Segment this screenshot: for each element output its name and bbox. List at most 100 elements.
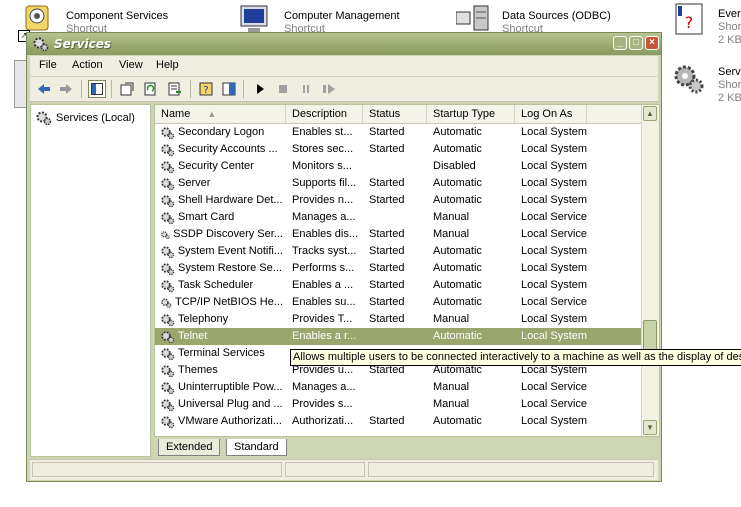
service-startup-type: Manual <box>433 398 470 410</box>
column-header-startup-type[interactable]: Startup Type <box>427 105 515 123</box>
pause-icon[interactable] <box>297 80 315 98</box>
menu-file[interactable]: File <box>39 59 57 71</box>
tree-node-services-local[interactable]: Services (Local) <box>36 110 135 126</box>
properties-icon[interactable] <box>118 80 136 98</box>
service-startup-type: Automatic <box>433 143 482 155</box>
service-name: System Event Notifi... <box>177 245 283 257</box>
toolbar-separator <box>243 80 244 98</box>
desktop-item-size: 2 KB <box>718 34 741 46</box>
title-bar[interactable]: Services _ □ × <box>27 33 661 55</box>
service-gear-icon <box>161 262 175 275</box>
show-hide-tree-icon[interactable] <box>88 80 106 98</box>
tab-extended[interactable]: Extended <box>158 439 221 456</box>
service-row[interactable]: Secondary Logon Enables st... Started Autom… <box>155 124 643 141</box>
service-row[interactable]: TCP/IP NetBIOS He... Enables su... Started… <box>155 294 643 311</box>
scroll-up-arrow[interactable]: ▲ <box>643 106 657 121</box>
scroll-down-arrow[interactable]: ▼ <box>643 420 657 435</box>
desktop-item-subtitle: Shor <box>718 79 741 91</box>
service-name: Telnet <box>178 330 208 342</box>
service-status: Started <box>369 279 405 291</box>
stop-icon[interactable] <box>274 80 292 98</box>
toolbar-separator <box>111 80 112 98</box>
service-gear-icon <box>161 415 175 428</box>
service-status: Started <box>369 296 405 308</box>
service-gear-icon <box>161 298 172 308</box>
vertical-scrollbar[interactable]: ▲ ▼ <box>641 105 659 436</box>
toolbar: ? <box>30 77 658 102</box>
service-row[interactable]: Task Scheduler Enables a ... Started Automa… <box>155 277 643 294</box>
service-status: Started <box>369 415 405 427</box>
service-row[interactable]: Uninterruptible Pow... Manages a... Manual… <box>155 379 643 396</box>
desktop-item-event-viewer[interactable]: ? Ever Shor 2 KB <box>672 2 741 46</box>
service-row[interactable]: VMware Authorizati... Authorizati... Start… <box>155 413 643 430</box>
service-name-cell: Secondary Logon <box>161 124 283 141</box>
service-name-cell: Server <box>161 175 283 192</box>
service-startup-type: Automatic <box>433 262 482 274</box>
service-row[interactable]: Security Center Monitors s... Disabled Loca… <box>155 158 643 175</box>
service-gear-icon <box>161 177 175 190</box>
refresh-icon[interactable] <box>142 80 160 98</box>
close-button[interactable]: × <box>645 36 659 50</box>
service-name: Security Center <box>178 160 254 172</box>
service-log-on-as: Local System <box>521 313 588 325</box>
service-log-on-as: Local System <box>521 262 588 274</box>
service-status <box>369 158 429 175</box>
services-list: Name ▲ Description Status Startup Type L… <box>154 104 660 437</box>
service-row[interactable]: Server Supports fil... Started Automatic Loc… <box>155 175 643 192</box>
service-row[interactable]: Shell Hardware Det... Provides n... Starte… <box>155 192 643 209</box>
column-header-label: Name <box>161 108 191 120</box>
service-row[interactable]: Telephony Provides T... Started Manual Local… <box>155 311 643 328</box>
service-status: Started <box>369 143 405 155</box>
service-log-on-as: Local System <box>521 330 588 342</box>
service-name: Security Accounts ... <box>178 143 278 155</box>
column-header-name[interactable]: Name ▲ <box>155 105 286 123</box>
mmc-view-icon[interactable] <box>220 80 238 98</box>
service-name-cell: Shell Hardware Det... <box>161 192 283 209</box>
tab-standard[interactable]: Standard <box>226 439 287 456</box>
back-arrow-icon[interactable] <box>35 80 53 98</box>
column-header-description[interactable]: Description <box>286 105 363 123</box>
service-name-cell: TCP/IP NetBIOS He... <box>161 294 283 311</box>
service-log-on-as: Local System <box>521 279 588 291</box>
service-log-on-as: Local Service <box>521 398 588 410</box>
menu-action[interactable]: Action <box>72 59 103 71</box>
service-status: Started <box>369 245 405 257</box>
service-description: Provides n... <box>292 194 354 206</box>
menu-help[interactable]: Help <box>156 59 179 71</box>
view-tabs: Extended Standard <box>154 438 660 457</box>
service-status <box>369 209 429 226</box>
desktop-item-services[interactable]: Serv Shor 2 KB <box>672 62 741 104</box>
toolbar-separator <box>81 80 82 98</box>
service-row[interactable]: Security Accounts ... Stores sec... Starte… <box>155 141 643 158</box>
column-header-status[interactable]: Status <box>363 105 427 123</box>
restart-icon[interactable] <box>320 80 338 98</box>
tree-node-label: Services (Local) <box>56 112 135 124</box>
menu-view[interactable]: View <box>119 59 143 71</box>
service-row[interactable]: System Restore Se... Performs s... Started… <box>155 260 643 277</box>
service-description: Enables su... <box>292 296 356 308</box>
services-window: Services _ □ × File Action View Help ? S… <box>26 32 662 482</box>
service-row[interactable]: Smart Card Manages a... Manual Local Servic… <box>155 209 643 226</box>
help-icon[interactable]: ? <box>197 80 215 98</box>
minimize-button[interactable]: _ <box>613 36 627 50</box>
services-gears-icon <box>36 111 52 126</box>
maximize-button[interactable]: □ <box>629 36 643 50</box>
service-gear-icon <box>161 160 175 173</box>
service-row[interactable]: SSDP Discovery Ser... Enables dis... Start… <box>155 226 643 243</box>
service-row[interactable]: System Event Notifi... Tracks syst... Star… <box>155 243 643 260</box>
column-header-log-on-as[interactable]: Log On As <box>515 105 587 123</box>
status-cell <box>32 462 282 477</box>
service-startup-type: Automatic <box>433 177 482 189</box>
service-description: Authorizati... <box>292 415 354 427</box>
forward-arrow-icon[interactable] <box>57 80 75 98</box>
service-row[interactable]: Telnet Enables a r... Automatic Local Syste… <box>155 328 643 345</box>
service-description: Performs s... <box>292 262 355 274</box>
menu-bar: File Action View Help <box>30 56 658 77</box>
service-description: Tracks syst... <box>292 245 357 257</box>
play-icon[interactable] <box>251 80 269 98</box>
service-row[interactable]: Universal Plug and ... Provides s... Manua… <box>155 396 643 413</box>
service-gear-icon <box>161 230 170 239</box>
service-status: Started <box>369 313 405 325</box>
service-description: Supports fil... <box>292 177 357 189</box>
export-list-icon[interactable] <box>166 80 184 98</box>
